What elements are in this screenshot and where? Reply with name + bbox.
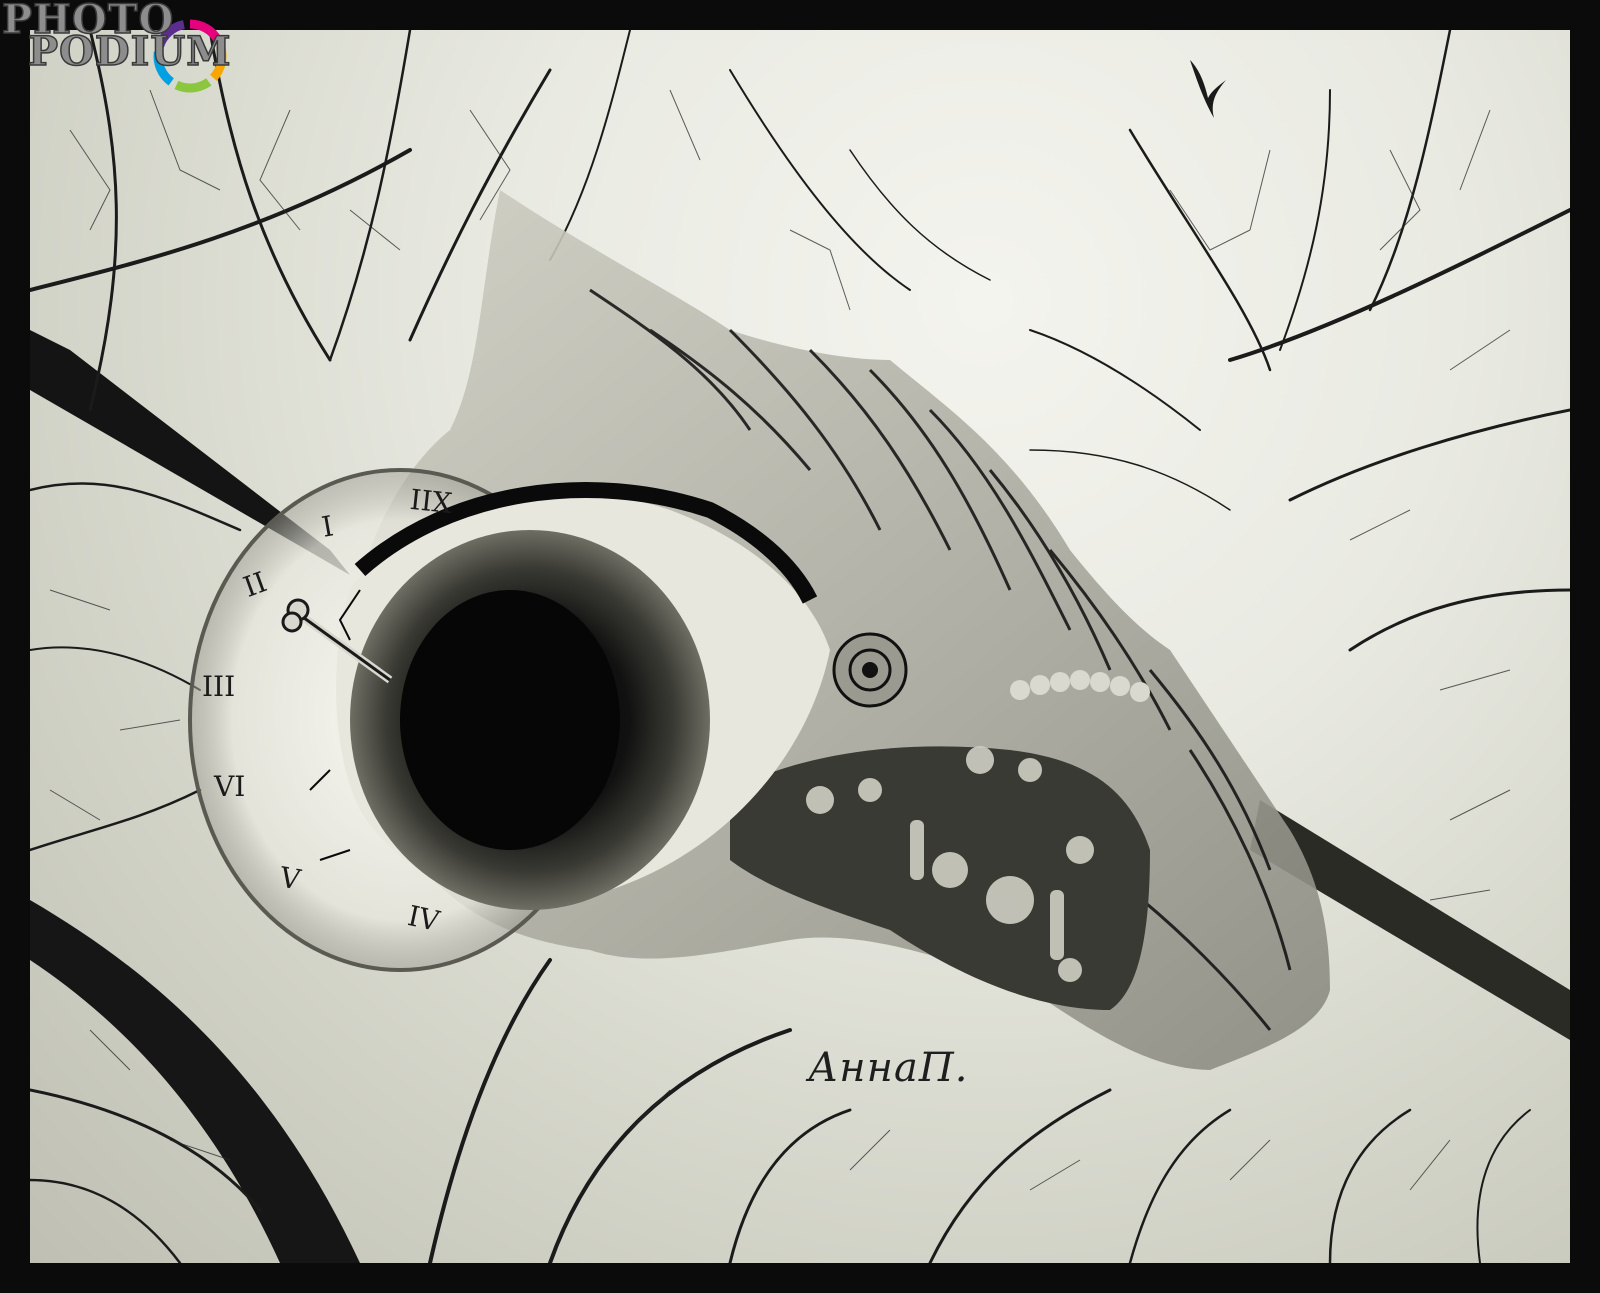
clock-numeral: III (202, 670, 236, 703)
clock-numeral: IIX (408, 482, 454, 521)
eye-pupil (400, 590, 620, 850)
tree-trunk-bottom-left (30, 900, 360, 1263)
clock-numeral: VI (214, 770, 246, 803)
logo-text-podium: PODIUM (27, 28, 232, 75)
black-frame: IIX I II III VI V IV PHOTO PODIUM АннаП. (0, 0, 1600, 1293)
bird-silhouette (1190, 60, 1226, 118)
photopodium-logo: PHOTO PODIUM (0, 0, 240, 100)
artwork-canvas: IIX I II III VI V IV (30, 30, 1570, 1263)
artwork-illustration (30, 30, 1570, 1263)
artist-signature: АннаП. (808, 1045, 969, 1091)
